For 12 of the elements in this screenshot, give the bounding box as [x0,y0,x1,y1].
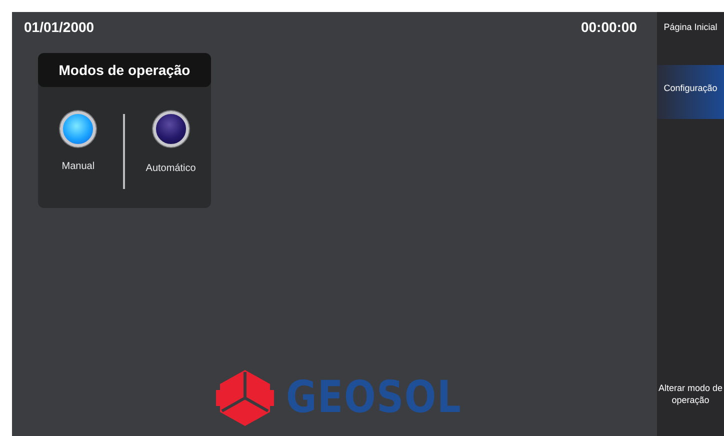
sidebar-item[interactable]: Alterar modo de operação [657,382,724,436]
mode-label: Automático [146,163,196,174]
logo-icon [216,370,274,426]
time-label: 00:00:00 [580,19,637,35]
panel-title: Modos de operação [38,53,211,87]
sidebar-item[interactable]: Configuração [657,65,724,119]
sidebar-item[interactable]: Página Inicial [657,12,724,49]
mode-label: Manual [62,161,95,172]
date-label: 01/01/2000 [24,19,94,35]
mode-lamp-button[interactable] [60,111,96,147]
logo-text: GEOSOL [286,376,462,420]
mode-lamp-button[interactable] [152,111,189,147]
